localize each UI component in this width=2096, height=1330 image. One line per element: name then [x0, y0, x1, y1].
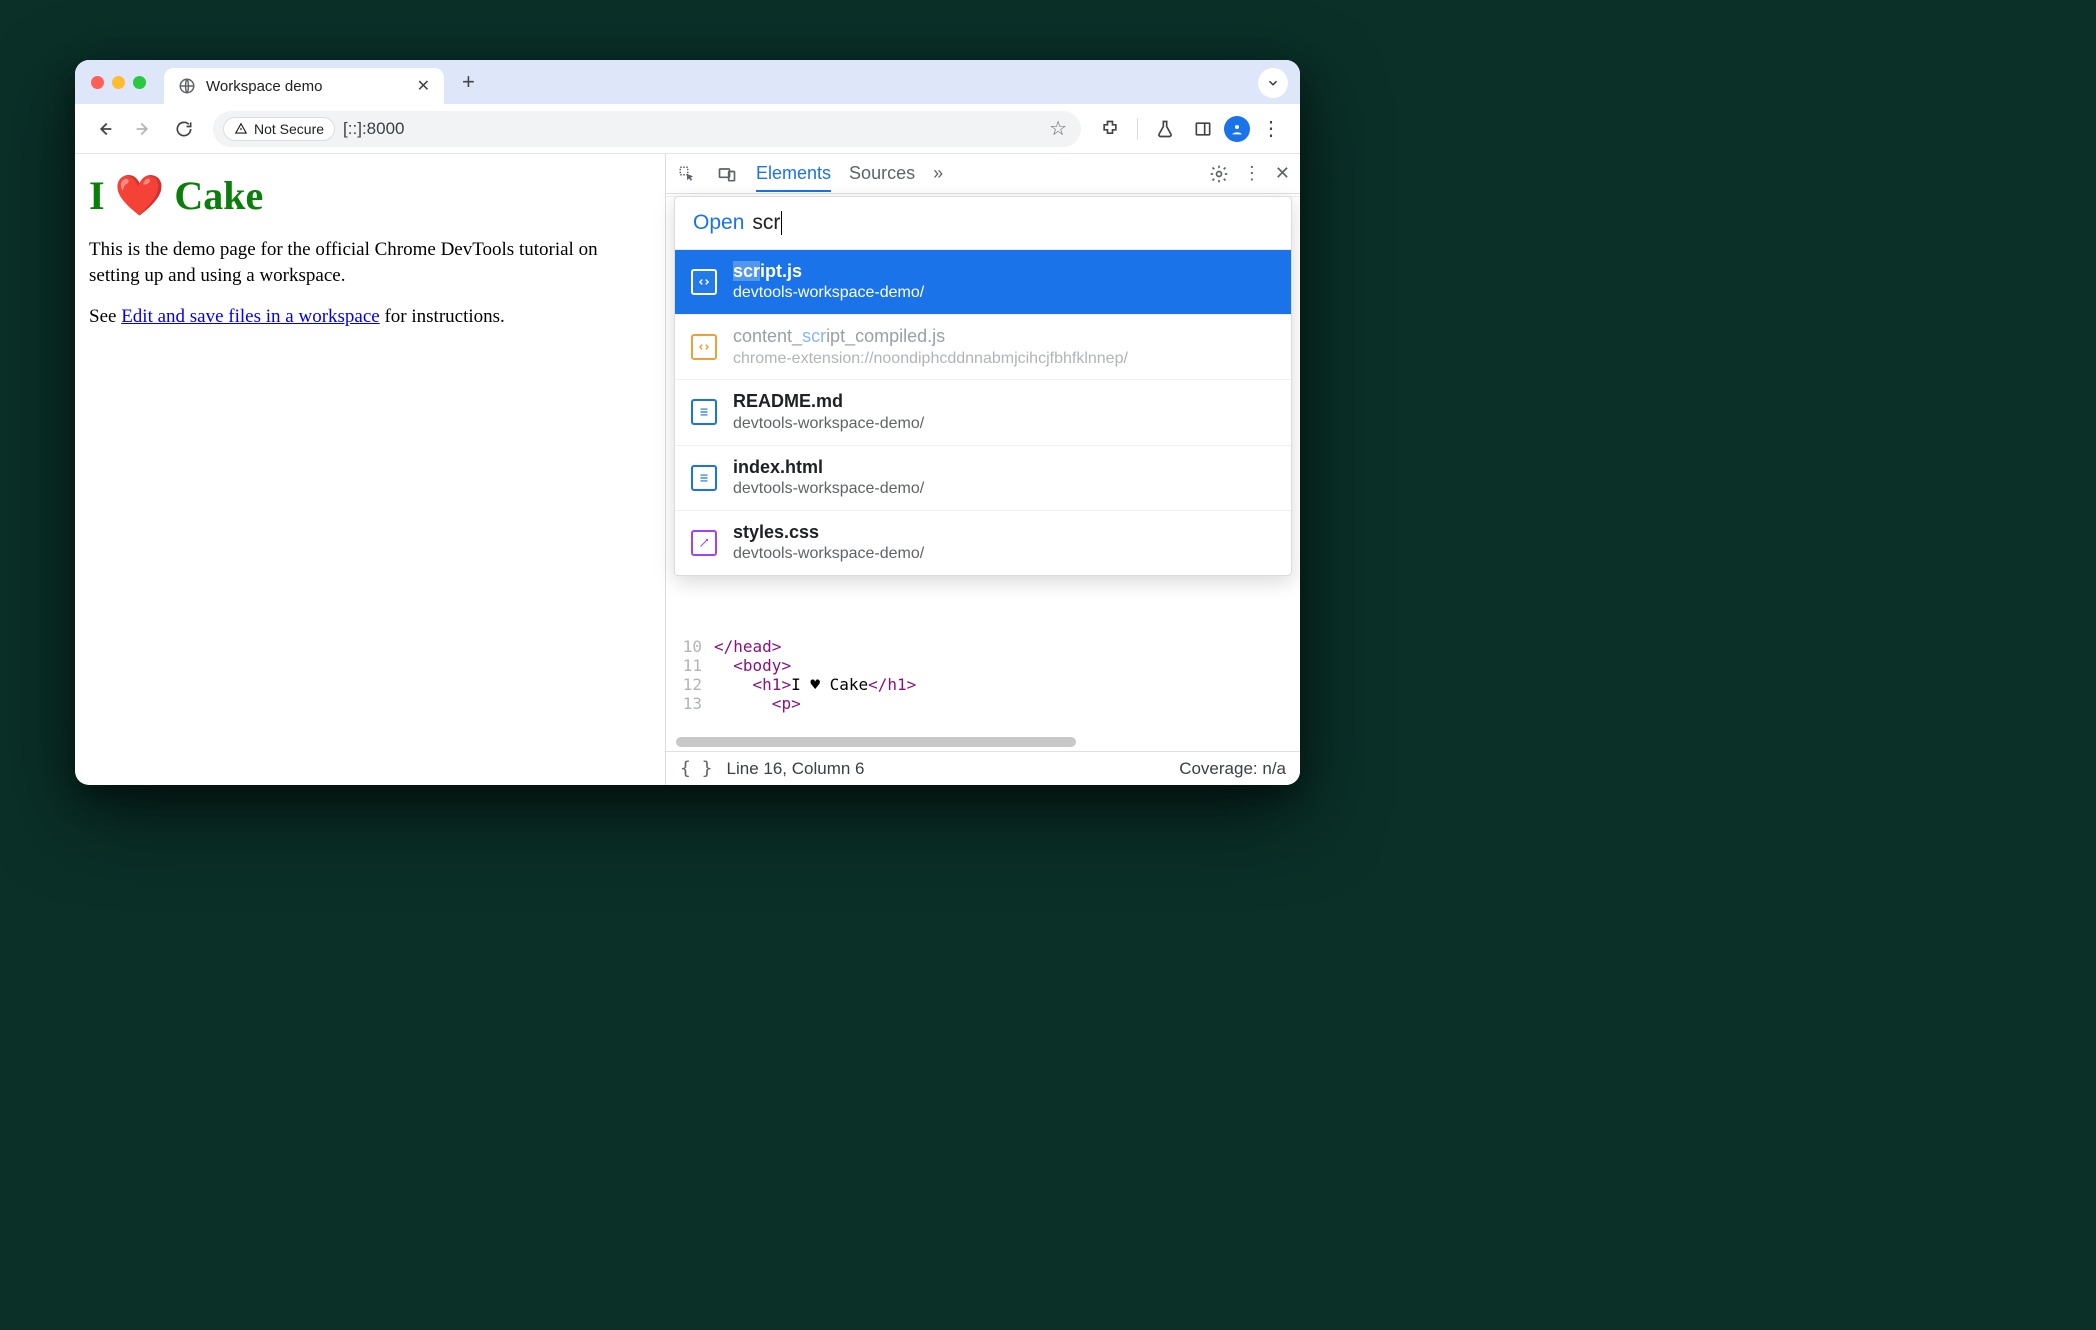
- open-label: Open: [693, 211, 744, 235]
- open-file-panel: Open scr script.jsdevtools-workspace-dem…: [674, 196, 1292, 576]
- code-line: 11 <body>: [666, 656, 1300, 675]
- sidepanel-button[interactable]: [1186, 112, 1220, 146]
- code-line: 13 <p>: [666, 694, 1300, 713]
- file-name: content_script_compiled.js: [733, 325, 1128, 348]
- file-path: chrome-extension://noondiphcddnnabmjcihc…: [733, 349, 1128, 370]
- reload-button[interactable]: [167, 112, 201, 146]
- content-area: I ❤️ Cake This is the demo page for the …: [75, 154, 1300, 785]
- close-tab-button[interactable]: ✕: [417, 76, 430, 96]
- file-name: script.js: [733, 260, 924, 283]
- devtools-statusbar: { } Line 16, Column 6 Coverage: n/a: [666, 751, 1300, 785]
- file-path: devtools-workspace-demo/: [733, 544, 924, 565]
- open-file-item[interactable]: README.mddevtools-workspace-demo/: [675, 380, 1291, 445]
- stylesheet-icon: [691, 530, 717, 556]
- workspace-link[interactable]: Edit and save files in a workspace: [121, 306, 380, 327]
- code-line: 10 </head>: [666, 637, 1300, 656]
- file-name: README.md: [733, 390, 924, 413]
- minimize-window-button[interactable]: [112, 76, 125, 89]
- window-controls: [91, 76, 146, 89]
- tabs-overflow[interactable]: »: [933, 163, 943, 184]
- document-icon: [691, 465, 717, 491]
- profile-button[interactable]: [1224, 116, 1250, 142]
- menu-button[interactable]: ⋮: [1254, 112, 1288, 146]
- file-name: styles.css: [733, 521, 924, 544]
- code-line: 12 <h1>I ♥ Cake</h1>: [666, 675, 1300, 694]
- line-number: 13: [666, 694, 714, 713]
- page-viewport: I ❤️ Cake This is the demo page for the …: [75, 154, 665, 785]
- open-query: scr: [752, 211, 782, 235]
- devtools-menu-button[interactable]: ⋮: [1243, 163, 1261, 184]
- document-icon: [691, 399, 717, 425]
- devtools-tabs: Elements Sources » ⋮ ✕: [666, 154, 1300, 194]
- tab-elements[interactable]: Elements: [756, 163, 831, 192]
- toolbar-right: ⋮: [1093, 112, 1288, 146]
- see-suffix: for instructions.: [380, 306, 505, 327]
- devtools-panel: Elements Sources » ⋮ ✕ 10 </head>: [665, 154, 1300, 785]
- url-text: [::]:8000: [343, 119, 404, 139]
- browser-tab[interactable]: Workspace demo ✕: [164, 68, 444, 104]
- divider: [1137, 118, 1138, 140]
- warning-icon: [234, 122, 248, 136]
- file-path: devtools-workspace-demo/: [733, 414, 924, 435]
- security-label: Not Secure: [254, 121, 324, 137]
- open-file-item[interactable]: content_script_compiled.jschrome-extensi…: [675, 315, 1291, 380]
- inspect-icon[interactable]: [676, 163, 698, 185]
- page-see-line: See Edit and save files in a workspace f…: [89, 304, 651, 330]
- titlebar: Workspace demo ✕ +: [75, 60, 1300, 104]
- cursor-position: Line 16, Column 6: [727, 759, 865, 779]
- browser-window: Workspace demo ✕ + Not Secure [::]:8000: [75, 60, 1300, 785]
- open-file-item[interactable]: index.htmldevtools-workspace-demo/: [675, 446, 1291, 511]
- file-name: index.html: [733, 456, 924, 479]
- file-path: devtools-workspace-demo/: [733, 479, 924, 500]
- pretty-print-button[interactable]: { }: [680, 758, 713, 779]
- browser-toolbar: Not Secure [::]:8000 ☆ ⋮: [75, 104, 1300, 154]
- globe-icon: [178, 77, 196, 95]
- tab-title: Workspace demo: [206, 78, 407, 95]
- devtools-close-button[interactable]: ✕: [1275, 163, 1290, 184]
- file-path: devtools-workspace-demo/: [733, 283, 924, 304]
- bookmark-button[interactable]: ☆: [1039, 116, 1077, 141]
- open-file-input[interactable]: Open scr: [675, 197, 1291, 250]
- settings-icon[interactable]: [1209, 164, 1229, 184]
- close-window-button[interactable]: [91, 76, 104, 89]
- open-file-item[interactable]: script.jsdevtools-workspace-demo/: [675, 250, 1291, 315]
- script-icon: [691, 269, 717, 295]
- tabs-dropdown-button[interactable]: [1258, 68, 1288, 98]
- maximize-window-button[interactable]: [133, 76, 146, 89]
- address-bar[interactable]: Not Secure [::]:8000 ☆: [213, 111, 1081, 147]
- line-number: 11: [666, 656, 714, 675]
- line-number: 12: [666, 675, 714, 694]
- page-paragraph: This is the demo page for the official C…: [89, 237, 651, 288]
- coverage-status: Coverage: n/a: [1179, 759, 1286, 779]
- script-icon: [691, 334, 717, 360]
- labs-button[interactable]: [1148, 112, 1182, 146]
- forward-button[interactable]: [127, 112, 161, 146]
- see-prefix: See: [89, 306, 121, 327]
- horizontal-scrollbar[interactable]: [676, 737, 1076, 747]
- tab-sources[interactable]: Sources: [849, 163, 915, 184]
- back-button[interactable]: [87, 112, 121, 146]
- extensions-button[interactable]: [1093, 112, 1127, 146]
- new-tab-button[interactable]: +: [452, 69, 485, 95]
- device-toggle-icon[interactable]: [716, 163, 738, 185]
- line-number: 10: [666, 637, 714, 656]
- security-chip[interactable]: Not Secure: [223, 117, 335, 141]
- page-heading: I ❤️ Cake: [89, 172, 651, 219]
- open-file-item[interactable]: styles.cssdevtools-workspace-demo/: [675, 511, 1291, 575]
